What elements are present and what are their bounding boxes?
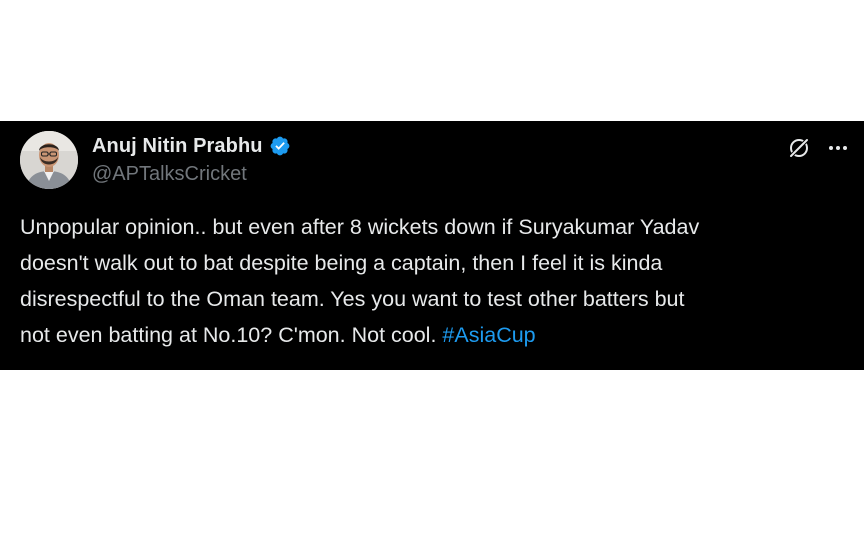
grok-icon[interactable] <box>786 135 812 161</box>
more-options-icon[interactable] <box>825 135 851 161</box>
author-block: Anuj Nitin Prabhu @APTalksCricket <box>92 133 291 186</box>
hashtag-link[interactable]: #AsiaCup <box>442 323 535 347</box>
name-row: Anuj Nitin Prabhu <box>92 133 291 159</box>
tweet-card[interactable]: Anuj Nitin Prabhu @APTalksCricket Unpopu… <box>0 121 864 370</box>
handle[interactable]: @APTalksCricket <box>92 163 291 186</box>
tweet-text-line: not even batting at No.10? C'mon. Not co… <box>20 323 443 347</box>
avatar-image <box>20 131 78 189</box>
tweet-text: Unpopular opinion.. but even after 8 wic… <box>20 209 850 353</box>
avatar[interactable] <box>20 131 78 189</box>
tweet-text-line: Unpopular opinion.. but even after 8 wic… <box>20 215 700 239</box>
tweet-text-line: doesn't walk out to bat despite being a … <box>20 251 663 275</box>
verified-badge-icon <box>269 135 291 157</box>
display-name[interactable]: Anuj Nitin Prabhu <box>92 135 263 158</box>
page: Anuj Nitin Prabhu @APTalksCricket Unpopu… <box>0 0 864 540</box>
tweet-text-line: disrespectful to the Oman team. Yes you … <box>20 287 685 311</box>
